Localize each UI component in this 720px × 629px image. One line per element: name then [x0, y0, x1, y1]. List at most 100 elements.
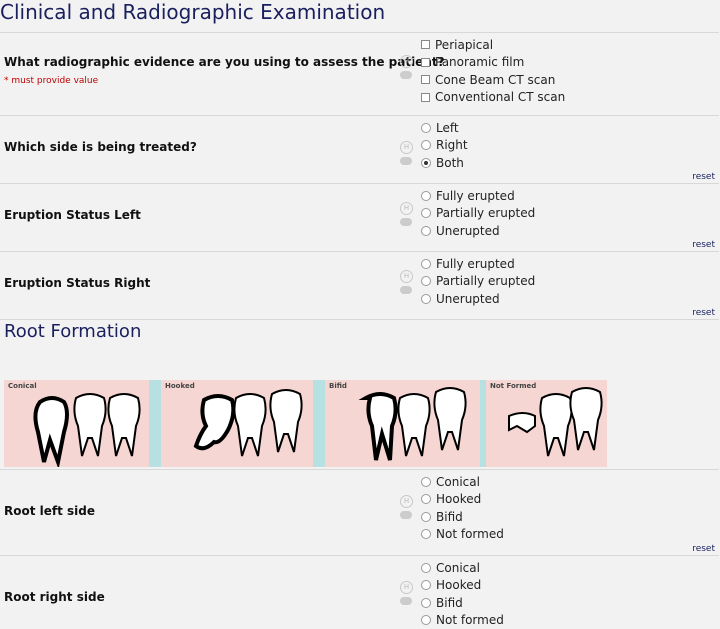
- required-note: * must provide value: [4, 76, 98, 86]
- question-row-side: Which side is being treated? H Left Righ…: [0, 115, 719, 184]
- tooth-hooked: [196, 396, 233, 448]
- radio-fully-erupted[interactable]: Fully erupted: [421, 255, 535, 273]
- tooth-conical: [35, 398, 67, 462]
- radio-circle[interactable]: [421, 208, 431, 218]
- reset-link[interactable]: reset: [692, 544, 715, 554]
- option-label: Hooked: [436, 578, 481, 592]
- teeth-drawing: [4, 380, 607, 467]
- option-label: Conventional CT scan: [435, 90, 565, 104]
- question-row-root-left: Root left side H Conical Hooked Bifid No…: [0, 469, 719, 556]
- radio-circle[interactable]: [421, 529, 431, 539]
- option-label: Partially erupted: [436, 206, 535, 220]
- section-title-clinical: Clinical and Radiographic Examination: [0, 0, 720, 24]
- tooth-not-formed: [509, 413, 535, 432]
- comment-icon[interactable]: [400, 157, 412, 165]
- radio-bifid[interactable]: Bifid: [421, 508, 504, 526]
- checkbox-cbct[interactable]: Cone Beam CT scan: [421, 71, 565, 89]
- history-icon[interactable]: H: [400, 55, 413, 68]
- tooth: [74, 394, 105, 456]
- radio-circle[interactable]: [421, 259, 431, 269]
- comment-icon[interactable]: [400, 597, 412, 605]
- radio-not-formed[interactable]: Not formed: [421, 612, 504, 629]
- reset-link[interactable]: reset: [692, 240, 715, 250]
- option-label: Unerupted: [436, 292, 500, 306]
- checkbox-box[interactable]: [421, 40, 430, 49]
- radio-unerupted[interactable]: Unerupted: [421, 222, 535, 240]
- option-label: Panoramic film: [435, 55, 524, 69]
- radio-conical[interactable]: Conical: [421, 559, 504, 577]
- history-icon[interactable]: H: [400, 270, 413, 283]
- history-icon[interactable]: H: [400, 581, 413, 594]
- question-row-root-right: Root right side H Conical Hooked Bifid N…: [0, 555, 719, 627]
- radio-right[interactable]: Right: [421, 137, 468, 155]
- tooth: [434, 388, 465, 450]
- reset-link[interactable]: reset: [692, 172, 715, 182]
- tooth: [398, 394, 429, 456]
- checkbox-box[interactable]: [421, 58, 430, 67]
- radio-partially-erupted[interactable]: Partially erupted: [421, 205, 535, 223]
- radio-circle[interactable]: [421, 226, 431, 236]
- section-title-root-formation: Root Formation: [4, 321, 720, 342]
- checkbox-conventional-ct[interactable]: Conventional CT scan: [421, 89, 565, 107]
- option-label: Fully erupted: [436, 189, 515, 203]
- tooth-bifid: [366, 394, 396, 460]
- question-label: Eruption Status Right: [4, 276, 150, 290]
- question-label: Root left side: [4, 504, 95, 518]
- question-label: Root right side: [4, 590, 105, 604]
- comment-icon[interactable]: [400, 286, 412, 294]
- radio-circle[interactable]: [421, 512, 431, 522]
- radio-conical[interactable]: Conical: [421, 473, 504, 491]
- radio-fully-erupted[interactable]: Fully erupted: [421, 187, 535, 205]
- radio-circle[interactable]: [421, 294, 431, 304]
- option-label: Unerupted: [436, 224, 500, 238]
- radio-circle[interactable]: [421, 477, 431, 487]
- option-label: Bifid: [436, 510, 463, 524]
- tooth: [540, 394, 571, 456]
- radio-circle[interactable]: [421, 123, 431, 133]
- option-label: Right: [436, 138, 468, 152]
- history-icon[interactable]: H: [400, 495, 413, 508]
- radio-circle[interactable]: [421, 494, 431, 504]
- option-label: Both: [436, 156, 464, 170]
- radio-circle[interactable]: [421, 140, 431, 150]
- comment-icon[interactable]: [400, 71, 412, 79]
- checkbox-periapical[interactable]: Periapical: [421, 36, 565, 54]
- question-row-eruption-left: Eruption Status Left H Fully erupted Par…: [0, 183, 719, 252]
- option-label: Left: [436, 121, 459, 135]
- option-label: Hooked: [436, 492, 481, 506]
- comment-icon[interactable]: [400, 511, 412, 519]
- root-formation-image: Conical Hooked Bifid Not Formed: [4, 380, 607, 467]
- option-label: Bifid: [436, 596, 463, 610]
- radio-bifid[interactable]: Bifid: [421, 594, 504, 612]
- option-label: Conical: [436, 561, 480, 575]
- history-icon[interactable]: H: [400, 141, 413, 154]
- option-label: Not formed: [436, 613, 504, 627]
- radio-circle-selected[interactable]: [421, 158, 431, 168]
- question-label: Which side is being treated?: [4, 140, 197, 154]
- radio-hooked[interactable]: Hooked: [421, 491, 504, 509]
- radio-left[interactable]: Left: [421, 119, 468, 137]
- tooth: [270, 390, 301, 452]
- radio-partially-erupted[interactable]: Partially erupted: [421, 273, 535, 291]
- question-row-radiographic-evidence: What radiographic evidence are you using…: [0, 32, 719, 116]
- checkbox-box[interactable]: [421, 75, 430, 84]
- option-label: Periapical: [435, 38, 493, 52]
- reset-link[interactable]: reset: [692, 308, 715, 318]
- radio-both[interactable]: Both: [421, 154, 468, 172]
- option-label: Not formed: [436, 527, 504, 541]
- history-icon[interactable]: H: [400, 202, 413, 215]
- radio-circle[interactable]: [421, 191, 431, 201]
- radio-circle[interactable]: [421, 598, 431, 608]
- radio-circle[interactable]: [421, 276, 431, 286]
- radio-circle[interactable]: [421, 615, 431, 625]
- option-label: Partially erupted: [436, 274, 535, 288]
- radio-unerupted[interactable]: Unerupted: [421, 290, 535, 308]
- radio-circle[interactable]: [421, 580, 431, 590]
- tooth: [108, 394, 139, 456]
- checkbox-box[interactable]: [421, 93, 430, 102]
- comment-icon[interactable]: [400, 218, 412, 226]
- checkbox-panoramic[interactable]: Panoramic film: [421, 54, 565, 72]
- radio-hooked[interactable]: Hooked: [421, 577, 504, 595]
- radio-not-formed[interactable]: Not formed: [421, 526, 504, 544]
- radio-circle[interactable]: [421, 563, 431, 573]
